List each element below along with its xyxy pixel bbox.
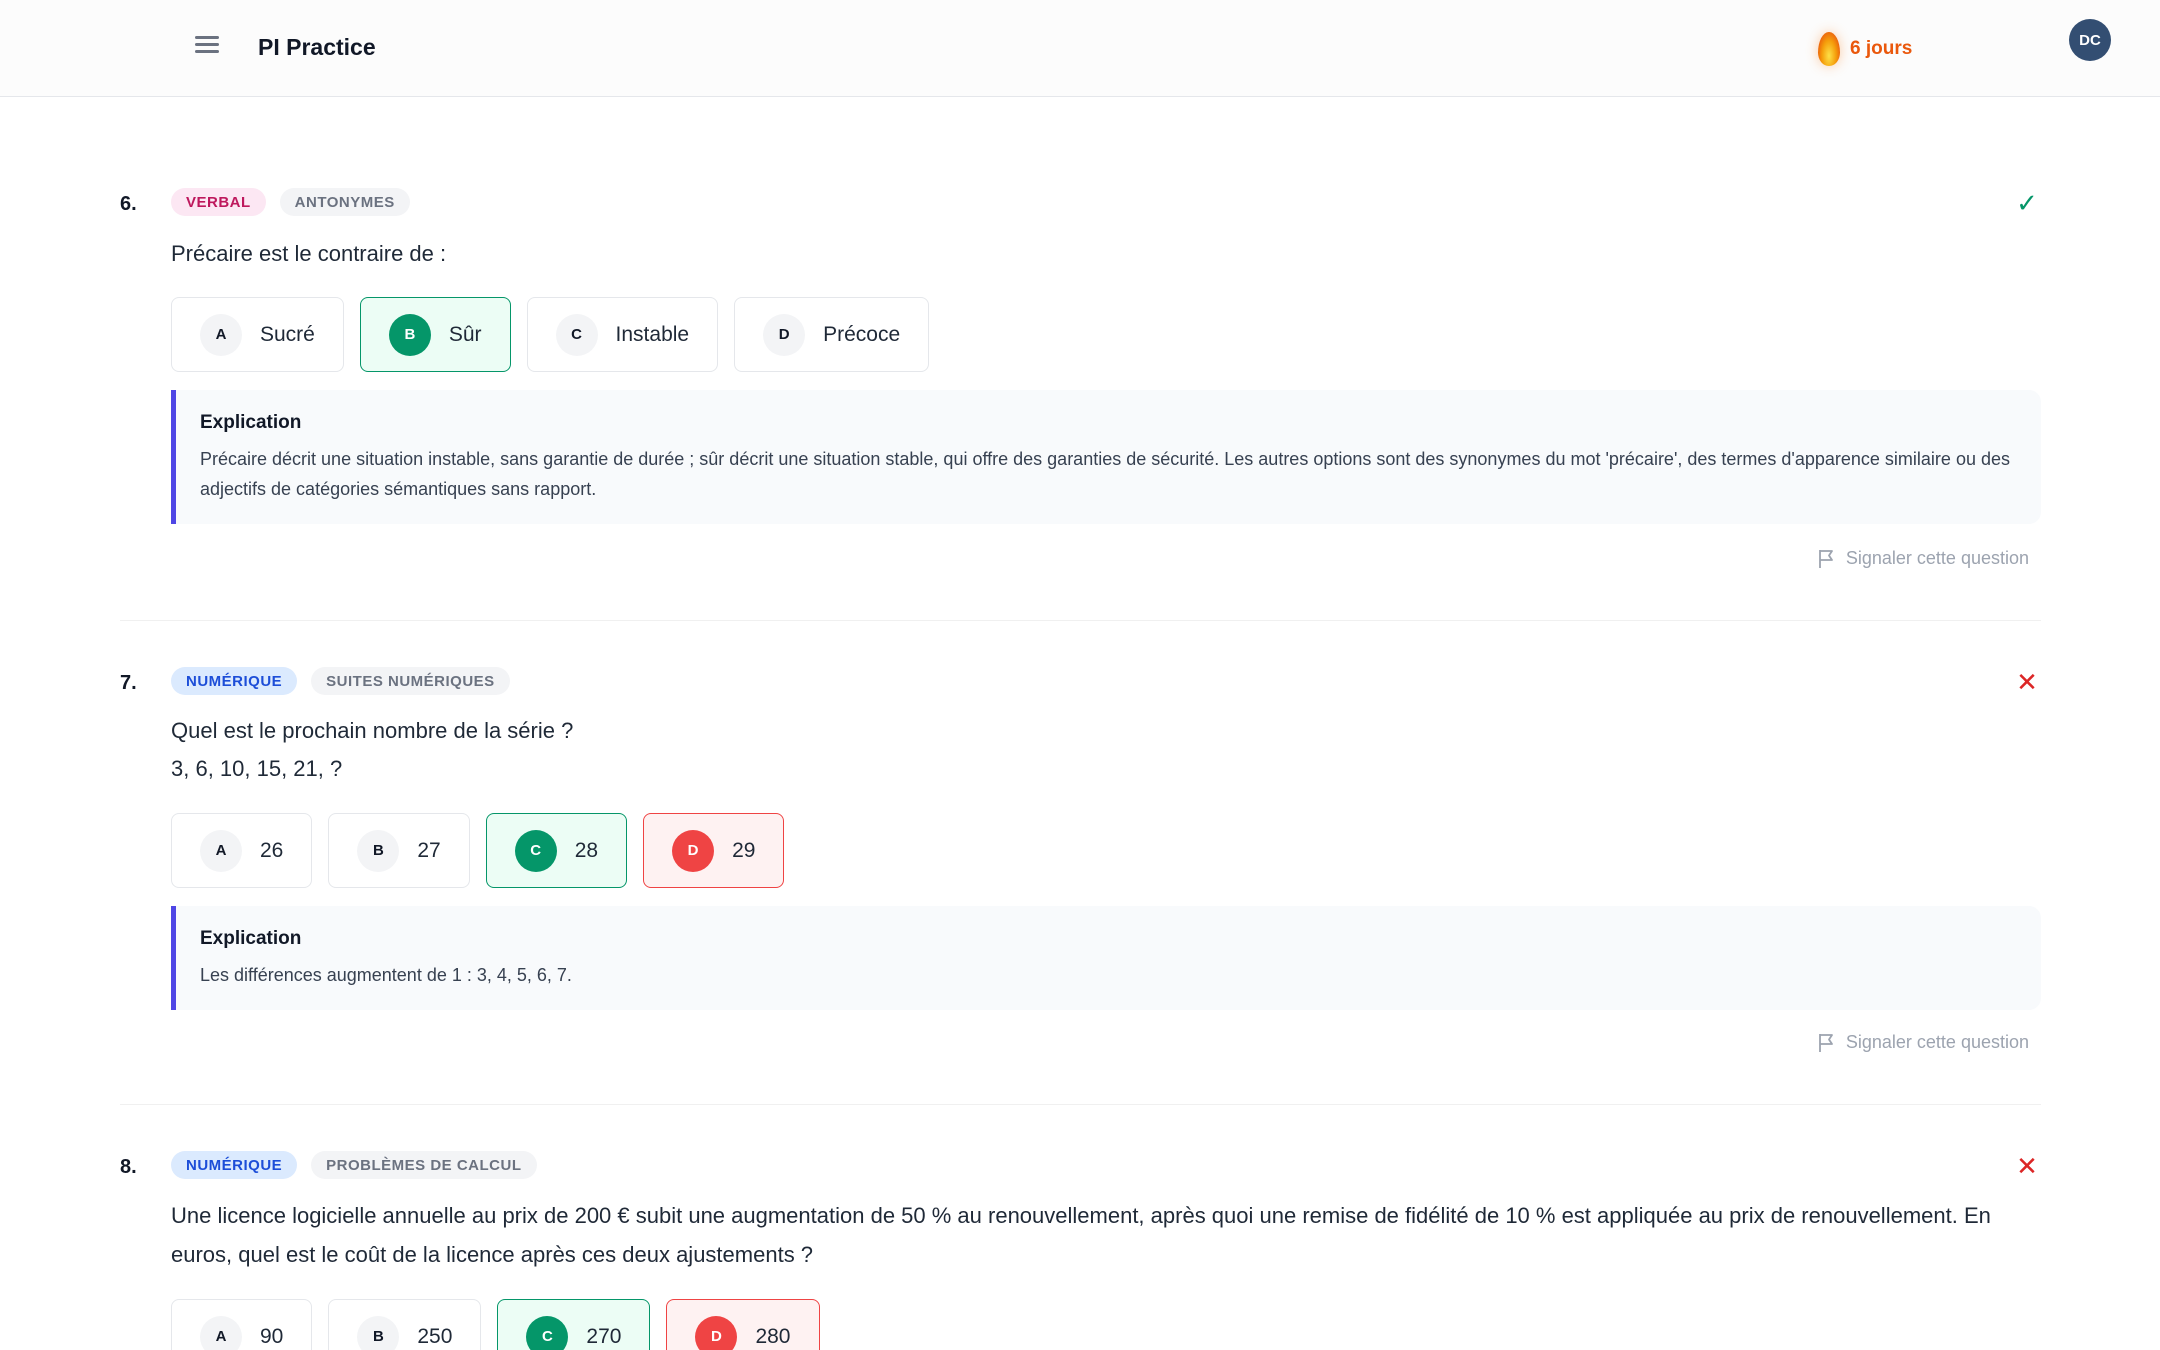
option-value: Sûr — [448, 322, 482, 346]
explanation-box: Explication Les différences augmentent d… — [171, 906, 2041, 1010]
user-avatar[interactable]: DC — [2069, 19, 2111, 61]
report-label: Signaler cette question — [1845, 548, 2029, 568]
option-c[interactable]: C 270 — [497, 1299, 651, 1350]
option-letter: B — [357, 829, 400, 872]
question-number: 7. — [120, 672, 137, 694]
report-label: Signaler cette question — [1845, 1032, 2029, 1052]
option-letter: C — [514, 829, 557, 872]
explanation-text: Précaire décrit une situation instable, … — [200, 449, 2010, 499]
option-letter: B — [388, 313, 431, 356]
question-6: 6. VERBAL ANTONYMES ✓ Précaire est le co… — [120, 183, 2041, 568]
question-7: 7. NUMÉRIQUE SUITES NUMÉRIQUES ✕ Quel es… — [120, 662, 2041, 1052]
option-c[interactable]: C 28 — [485, 813, 628, 888]
option-value: 90 — [260, 1324, 284, 1348]
answer-options: A Sucré B Sûr C Instable D Précoce — [171, 297, 2041, 372]
question-divider — [120, 1104, 2041, 1105]
option-value: 270 — [586, 1324, 622, 1348]
explanation-box: Explication Précaire décrit une situatio… — [171, 390, 2041, 524]
answer-options: A 90 B 250 C 270 D 280 — [171, 1299, 2041, 1350]
question-number: 6. — [120, 193, 137, 215]
app-title: PI Practice — [258, 34, 376, 60]
flag-icon — [1818, 549, 1833, 568]
option-a[interactable]: A 90 — [171, 1299, 313, 1350]
category-badge: VERBAL — [171, 188, 266, 216]
streak-indicator: 6 jours — [1818, 32, 1912, 66]
option-letter: C — [526, 1315, 569, 1350]
option-a[interactable]: A Sucré — [171, 297, 344, 372]
option-a[interactable]: A 26 — [171, 813, 313, 888]
question-8: 8. NUMÉRIQUE PROBLÈMES DE CALCUL ✕ Une l… — [120, 1146, 2041, 1350]
option-value: Sucré — [260, 322, 315, 346]
answer-options: A 26 B 27 C 28 D 29 — [171, 813, 2041, 888]
option-value: Instable — [615, 322, 690, 346]
explanation-title: Explication — [200, 412, 302, 433]
category-badge: NUMÉRIQUE — [171, 667, 298, 695]
option-d[interactable]: D 29 — [643, 813, 785, 888]
topic-badge: ANTONYMES — [279, 188, 410, 216]
option-letter: D — [672, 829, 715, 872]
explanation-title: Explication — [200, 928, 302, 949]
option-c[interactable]: C Instable — [526, 297, 719, 372]
option-letter: C — [555, 313, 598, 356]
flag-icon — [1818, 1033, 1833, 1052]
option-value: 280 — [755, 1324, 791, 1348]
streak-label: 6 jours — [1850, 38, 1913, 59]
topic-badge: SUITES NUMÉRIQUES — [311, 667, 510, 695]
option-value: 28 — [574, 838, 599, 862]
report-question-button[interactable]: Signaler cette question — [1818, 1032, 2029, 1053]
flame-icon — [1818, 32, 1840, 66]
correct-check-icon: ✓ — [2016, 188, 2038, 218]
question-text: Une licence logicielle annuelle au prix … — [171, 1203, 1991, 1267]
question-number: 8. — [120, 1156, 137, 1178]
question-text: Précaire est le contraire de : — [171, 241, 447, 266]
option-value: 26 — [260, 838, 284, 862]
topic-badge: PROBLÈMES DE CALCUL — [311, 1151, 537, 1179]
top-header: PI Practice 6 jours DC — [0, 0, 2160, 97]
option-letter: B — [357, 1315, 400, 1350]
option-value: Précoce — [823, 322, 901, 346]
incorrect-x-icon: ✕ — [2016, 667, 2038, 697]
option-b[interactable]: B Sûr — [359, 297, 511, 372]
hamburger-menu-icon[interactable] — [192, 32, 222, 62]
option-b[interactable]: B 250 — [328, 1299, 482, 1350]
option-value: 250 — [417, 1324, 453, 1348]
option-b[interactable]: B 27 — [328, 813, 470, 888]
option-letter: A — [200, 313, 242, 356]
question-divider — [120, 620, 2041, 621]
option-letter: A — [200, 829, 242, 872]
question-sequence: 3, 6, 10, 15, 21, ? — [171, 756, 343, 781]
report-question-button[interactable]: Signaler cette question — [1818, 548, 2029, 569]
option-letter: D — [763, 313, 806, 356]
category-badge: NUMÉRIQUE — [171, 1151, 298, 1179]
option-letter: A — [200, 1315, 242, 1350]
question-text: Quel est le prochain nombre de la série … — [171, 718, 574, 743]
explanation-text: Les différences augmentent de 1 : 3, 4, … — [200, 965, 572, 985]
option-d[interactable]: D Précoce — [734, 297, 930, 372]
option-value: 29 — [732, 838, 756, 862]
option-letter: D — [695, 1315, 738, 1350]
option-value: 27 — [417, 838, 441, 862]
incorrect-x-icon: ✕ — [2016, 1151, 2038, 1181]
option-d[interactable]: D 280 — [666, 1299, 820, 1350]
